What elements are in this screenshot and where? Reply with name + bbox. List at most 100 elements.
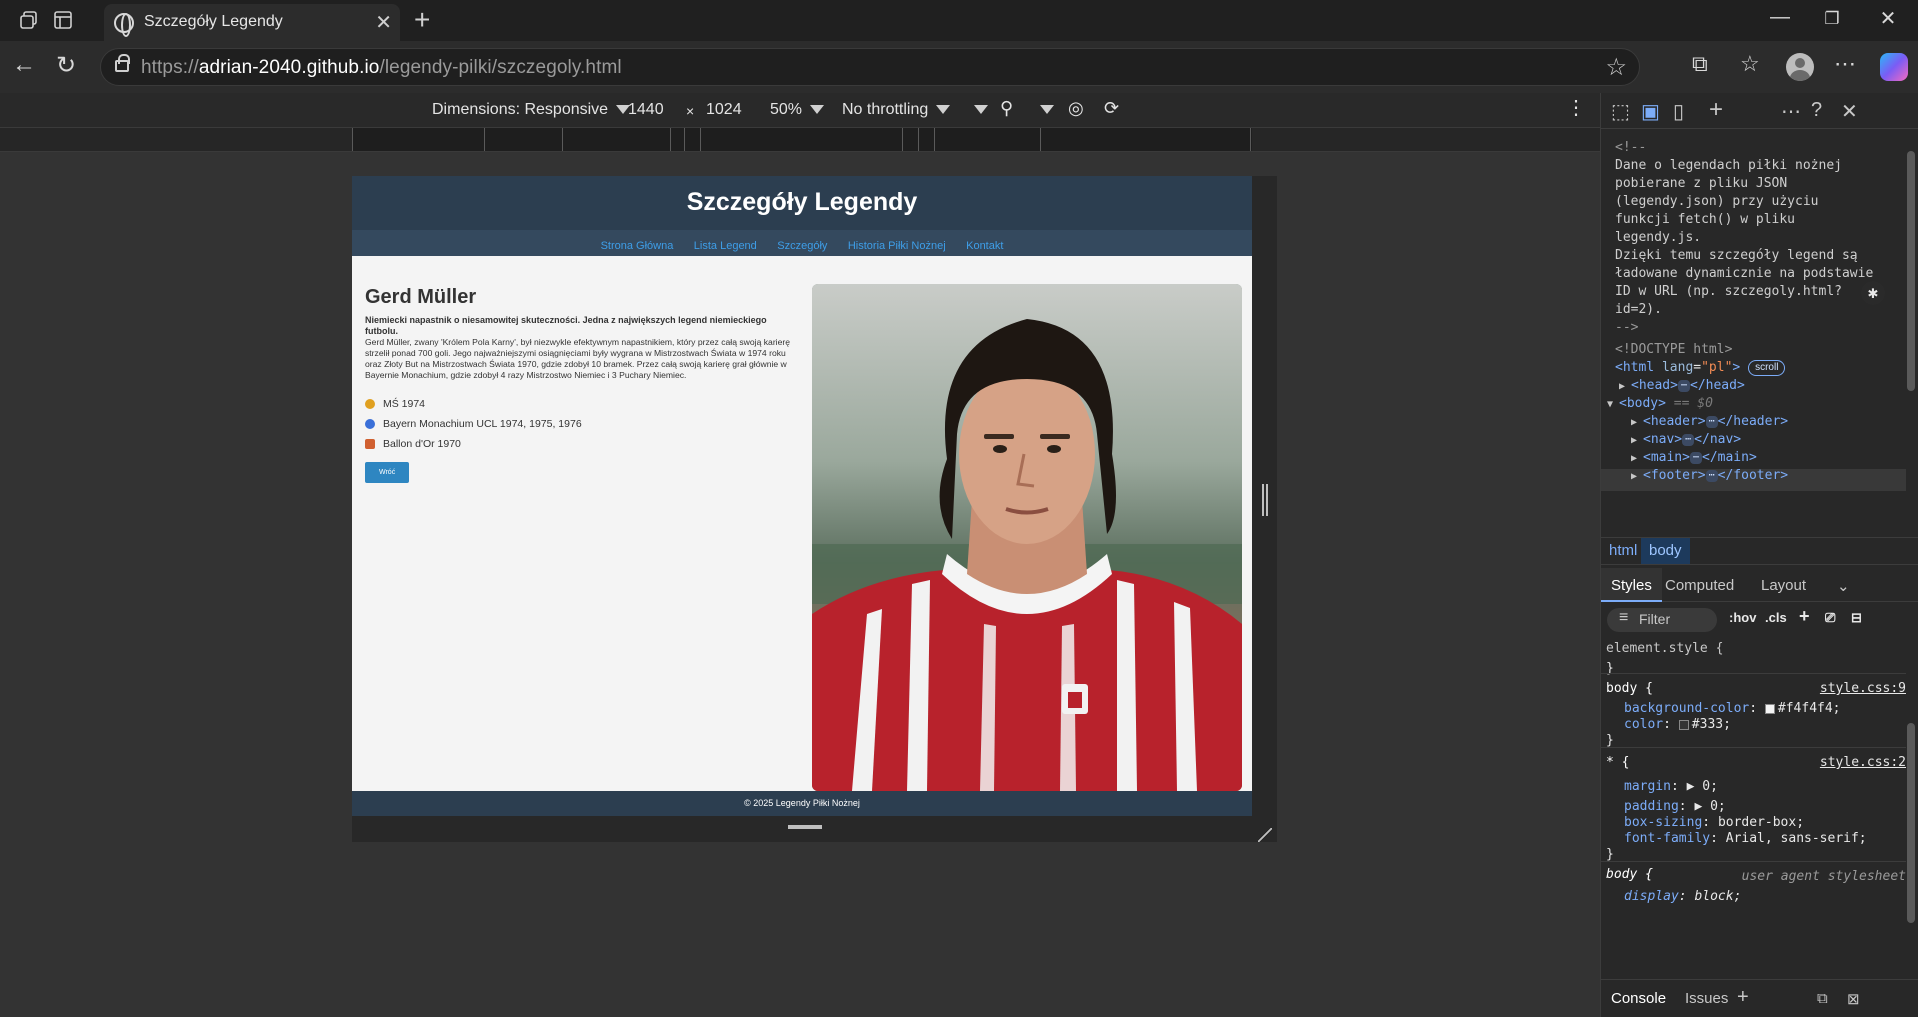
filter-input[interactable]: Filter	[1607, 608, 1717, 632]
profile-avatar[interactable]	[1786, 53, 1814, 81]
trophy-list: MŚ 1974 Bayern Monachium UCL 1974, 1975,…	[365, 394, 795, 454]
declaration[interactable]: background-color: #f4f4f4;	[1624, 701, 1841, 716]
dock-drawer-icon[interactable]: ⧉	[1817, 990, 1828, 1007]
chevron-down-icon[interactable]: ⌄	[1827, 568, 1860, 602]
vision-icon[interactable]: ◎	[1068, 98, 1084, 119]
declaration[interactable]: margin: ▶ 0;	[1624, 779, 1718, 794]
url-text: https://adrian-2040.github.io/legendy-pi…	[141, 57, 622, 78]
inspect-element-icon[interactable]: ⬚	[1611, 99, 1630, 124]
close-tab-icon[interactable]: ✕	[375, 10, 392, 35]
tab-title: Szczegóły Legendy	[144, 13, 283, 30]
ruler-tick[interactable]	[1040, 128, 1041, 151]
address-input[interactable]: https://adrian-2040.github.io/legendy-pi…	[100, 48, 1640, 86]
declaration: display: block;	[1624, 889, 1742, 904]
source-link[interactable]: style.css:9	[1820, 681, 1906, 696]
back-arrow-icon[interactable]: ←	[12, 51, 36, 79]
close-drawer-icon[interactable]: ⊠	[1847, 990, 1860, 1008]
devtools-more-icon[interactable]: ⋯	[1781, 99, 1801, 124]
tab-actions-icon[interactable]	[52, 9, 74, 31]
page-header: Szczegóły Legendy	[352, 176, 1252, 230]
close-window-icon[interactable]: ✕	[1868, 6, 1908, 31]
declaration[interactable]: font-family: Arial, sans-serif;	[1624, 831, 1867, 846]
nav-link-details[interactable]: Szczegóły	[777, 240, 827, 252]
rotate-icon[interactable]: ⟳	[1104, 98, 1119, 119]
ruler-tick[interactable]	[1250, 128, 1251, 151]
resize-corner-handle[interactable]	[1258, 828, 1272, 842]
site-info-icon[interactable]	[115, 54, 130, 72]
legend-photo	[812, 284, 1242, 791]
copilot-icon[interactable]	[1880, 53, 1908, 81]
styles-scrollbar[interactable]	[1907, 653, 1915, 963]
sensor-select[interactable]	[1040, 101, 1054, 119]
help-icon[interactable]: ?	[1811, 99, 1822, 122]
zoom-select[interactable]: 50%	[770, 101, 825, 119]
list-item: MŚ 1974	[365, 394, 795, 414]
color-swatch[interactable]	[1678, 719, 1689, 730]
declaration[interactable]: padding: ▶ 0;	[1624, 799, 1726, 814]
globe-icon	[114, 13, 134, 37]
browser-tab[interactable]: Szczegóły Legendy ✕	[104, 4, 400, 41]
tab-computed[interactable]: Computed	[1655, 568, 1744, 602]
rule-selector: element.style {	[1606, 641, 1724, 656]
ruler-tick[interactable]	[684, 128, 685, 151]
paint-brush-icon[interactable]: ⎚	[1825, 610, 1835, 626]
new-tab-icon[interactable]: +	[414, 4, 430, 36]
width-input[interactable]: 1440	[628, 101, 664, 119]
breadcrumb-html[interactable]: html	[1601, 538, 1645, 564]
favorite-star-icon[interactable]: ☆	[1605, 53, 1627, 82]
tab-styles[interactable]: Styles	[1601, 568, 1662, 602]
styles-pane: element.style { } body { style.css:9 bac…	[1601, 637, 1906, 1017]
resize-width-handle[interactable]	[1262, 484, 1268, 516]
dock-side-icon[interactable]: ▯	[1673, 99, 1684, 124]
source-link[interactable]: style.css:2	[1820, 755, 1906, 770]
nav-link-contact[interactable]: Kontakt	[966, 240, 1003, 252]
elements-scrollbar[interactable]	[1905, 135, 1915, 525]
back-button[interactable]: Wróć	[365, 462, 410, 483]
scroll-badge[interactable]: scroll	[1748, 359, 1786, 376]
new-rule-icon[interactable]: +	[1799, 606, 1810, 627]
tab-console[interactable]: Console	[1611, 990, 1666, 1007]
sensor-icon[interactable]: ⚲	[1000, 98, 1013, 119]
favorites-icon[interactable]: ☆	[1740, 51, 1760, 77]
hov-toggle[interactable]: :hov	[1729, 610, 1756, 625]
close-devtools-icon[interactable]: ✕	[1841, 99, 1858, 124]
toggle-sidebar-icon[interactable]: ⊟	[1851, 610, 1862, 626]
ruler-tick[interactable]	[934, 128, 935, 151]
extensions-icon[interactable]: ⧉	[1692, 51, 1708, 77]
ruler-tick[interactable]	[670, 128, 671, 151]
rendered-page: Szczegóły Legendy Strona Główna Lista Le…	[352, 176, 1252, 816]
throttling-select[interactable]: No throttling	[842, 101, 951, 119]
declaration[interactable]: color: #333;	[1624, 717, 1731, 732]
nav-link-history[interactable]: Historia Piłki Nożnej	[848, 240, 946, 252]
declaration[interactable]: box-sizing: border-box;	[1624, 815, 1804, 830]
tab-issues[interactable]: Issues	[1685, 990, 1728, 1007]
height-input[interactable]: 1024	[706, 101, 742, 119]
dimensions-select[interactable]: Dimensions: Responsive	[432, 101, 631, 119]
breadcrumb-body[interactable]: body	[1641, 538, 1690, 564]
more-menu-icon[interactable]: ⋯	[1834, 51, 1856, 77]
add-panel-icon[interactable]: +	[1709, 96, 1723, 124]
ruler-tick[interactable]	[700, 128, 701, 151]
add-drawer-tab-icon[interactable]: +	[1737, 986, 1749, 1009]
ruler-tick[interactable]	[902, 128, 903, 151]
accessibility-tree-icon[interactable]: ✱	[1861, 281, 1885, 305]
tab-layout[interactable]: Layout	[1751, 568, 1816, 602]
nav-link-legend-list[interactable]: Lista Legend	[694, 240, 757, 252]
legend-lead: Niemiecki napastnik o niesamowitej skute…	[365, 315, 767, 336]
device-more-icon[interactable]: ⋮	[1566, 95, 1586, 120]
color-swatch[interactable]	[1764, 703, 1775, 714]
ruler-tick[interactable]	[918, 128, 919, 151]
cls-toggle[interactable]: .cls	[1765, 610, 1787, 625]
workspaces-icon[interactable]	[18, 9, 40, 31]
ruler-tick[interactable]	[484, 128, 485, 151]
ruler-tick[interactable]	[352, 128, 353, 151]
resize-height-handle[interactable]	[788, 825, 822, 829]
save-data-select[interactable]	[974, 101, 988, 119]
minimize-icon[interactable]: —	[1760, 6, 1800, 29]
device-toggle-icon[interactable]: ▣	[1641, 99, 1660, 124]
footer-node[interactable]: ▶ <footer> ⋯ </footer>	[1631, 465, 1788, 488]
refresh-icon[interactable]: ↻	[56, 51, 76, 80]
ruler-tick[interactable]	[562, 128, 563, 151]
nav-link-home[interactable]: Strona Główna	[601, 240, 674, 252]
restore-icon[interactable]: ❐	[1812, 9, 1852, 29]
